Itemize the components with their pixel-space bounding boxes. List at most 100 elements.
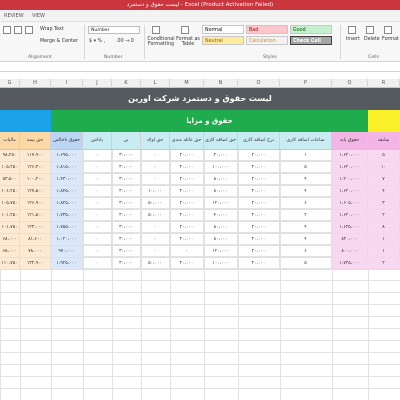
- cell-gross-salary[interactable]: ۹۷۰،۰۰۰: [51, 246, 83, 258]
- cell-child-allowance[interactable]: ۰: [141, 150, 170, 162]
- cell-overtime-hours[interactable]: ۴: [280, 222, 332, 234]
- cell-overtime-hours[interactable]: ۶: [280, 246, 332, 258]
- cell-overtime-hours[interactable]: ۲: [280, 210, 332, 222]
- cell-bonus[interactable]: ۰: [83, 234, 112, 246]
- header-base-salary[interactable]: حقوق پایه: [332, 132, 368, 150]
- cell-tax[interactable]: ۱۱۰،۷۵۰: [0, 258, 20, 270]
- conditional-formatting-icon[interactable]: [152, 26, 160, 34]
- header-overtime-pay[interactable]: حق اضافه کاری: [204, 132, 238, 150]
- column-header-p[interactable]: P: [280, 79, 332, 88]
- cell-overtime-rate[interactable]: ۲۰،۰۰۰: [238, 186, 280, 198]
- column-header-n[interactable]: N: [204, 79, 238, 88]
- cell-tax[interactable]: ۶۸،۰۰۰: [0, 234, 20, 246]
- cell-voucher[interactable]: ۳۰،۰۰۰: [112, 246, 141, 258]
- cell-experience[interactable]: ۱: [368, 234, 400, 246]
- worksheet[interactable]: لیست حقوق و دستمزد شرکت اورین حقوق و مزا…: [0, 88, 400, 400]
- header-experience[interactable]: سابقه: [368, 132, 400, 150]
- cell-overtime-hours[interactable]: ۴: [280, 174, 332, 186]
- cell-base-salary[interactable]: ۸۰۰،۰۰۰: [332, 246, 368, 258]
- cell-voucher[interactable]: ۳۰،۰۰۰: [112, 222, 141, 234]
- cell-family-allowance[interactable]: ۲۰،۰۰۰: [170, 162, 204, 174]
- cell-overtime-pay[interactable]: ۱۰۰،۰۰۰: [204, 162, 238, 174]
- cell-insurance[interactable]: ۷۸،۰۰۰: [20, 246, 51, 258]
- cell-bonus[interactable]: ۰: [83, 258, 112, 270]
- cell-family-allowance[interactable]: ۲۰،۰۰۰: [170, 222, 204, 234]
- cell-insurance[interactable]: ۱۲۱،۵۰۰: [20, 210, 51, 222]
- cell-base-salary[interactable]: ۸۲۰،۰۰۰: [332, 234, 368, 246]
- cell-bonus[interactable]: ۰: [83, 174, 112, 186]
- formula-bar[interactable]: [0, 62, 400, 72]
- cell-base-salary[interactable]: ۱،۶۲۰،۰۰۰: [332, 186, 368, 198]
- cell-overtime-hours[interactable]: ۵: [280, 162, 332, 174]
- cell-experience[interactable]: ۱: [368, 246, 400, 258]
- wrap-text-button[interactable]: Wrap Text: [40, 27, 64, 32]
- column-header-o[interactable]: O: [238, 79, 280, 88]
- orientation-icon[interactable]: [25, 26, 33, 34]
- header-overtime-hours[interactable]: ساعات اضافه کاری: [280, 132, 332, 150]
- cell-experience[interactable]: ۸: [368, 222, 400, 234]
- info-group-cell[interactable]: [368, 110, 400, 132]
- cell-overtime-rate[interactable]: ۲۰،۰۰۰: [238, 258, 280, 270]
- cell-bonus[interactable]: ۰: [83, 222, 112, 234]
- number-format-select[interactable]: Number: [88, 26, 140, 34]
- insert-icon[interactable]: [348, 26, 356, 34]
- cell-insurance[interactable]: ۱۲۷،۵۰۰: [20, 186, 51, 198]
- cell-tax[interactable]: ۱۰۱،۷۵۰: [0, 222, 20, 234]
- cell-voucher[interactable]: ۳۰،۰۰۰: [112, 210, 141, 222]
- cell-insurance[interactable]: ۱۲۶،۳۰۰: [20, 162, 51, 174]
- align-left-icon[interactable]: [3, 26, 11, 34]
- benefits-group-cell[interactable]: حقوق و مزایا: [51, 110, 368, 132]
- cell-overtime-hours[interactable]: ۶: [280, 198, 332, 210]
- style-good[interactable]: Good: [290, 25, 332, 34]
- cell-gross-salary[interactable]: ۱،۰۲۰،۰۰۰: [51, 234, 83, 246]
- cell-base-salary[interactable]: ۱،۶۲۰،۰۰۰: [332, 150, 368, 162]
- cell-overtime-rate[interactable]: ۲۰،۰۰۰: [238, 210, 280, 222]
- cell-child-allowance[interactable]: ۵۰،۰۰۰: [141, 198, 170, 210]
- cell-experience[interactable]: ۴: [368, 186, 400, 198]
- cell-voucher[interactable]: ۳۰،۰۰۰: [112, 150, 141, 162]
- format-button[interactable]: Format: [382, 37, 399, 42]
- format-as-table-icon[interactable]: [181, 26, 189, 34]
- conditional-formatting-button[interactable]: Conditional Formatting: [147, 37, 175, 47]
- align-center-icon[interactable]: [14, 26, 22, 34]
- header-child-allowance[interactable]: حق اولاد: [141, 132, 170, 150]
- cell-overtime-pay[interactable]: ۸۰،۰۰۰: [204, 186, 238, 198]
- header-insurance[interactable]: حق بیمه: [20, 132, 51, 150]
- cell-tax[interactable]: ۱۰۱،۲۵۰: [0, 210, 20, 222]
- cell-gross-salary[interactable]: ۱،۷۵۵،۰۰۰: [51, 222, 83, 234]
- cell-family-allowance[interactable]: ۲۰،۰۰۰: [170, 234, 204, 246]
- column-header-r[interactable]: R: [368, 79, 400, 88]
- cell-family-allowance[interactable]: ۲۰،۰۰۰: [170, 258, 204, 270]
- cell-overtime-pay[interactable]: ۲۰،۰۰۰: [204, 150, 238, 162]
- cell-tax[interactable]: ۹۸،۲۵۰: [0, 150, 20, 162]
- cell-family-allowance[interactable]: ۲۰،۰۰۰: [170, 150, 204, 162]
- cell-experience[interactable]: ۵: [368, 150, 400, 162]
- cell-overtime-pay[interactable]: ۱۰۰،۰۰۰: [204, 258, 238, 270]
- delete-button[interactable]: Delete: [364, 37, 380, 42]
- insert-button[interactable]: Insert: [346, 37, 360, 42]
- cell-family-allowance[interactable]: ۲۰،۰۰۰: [170, 198, 204, 210]
- header-family-allowance[interactable]: حق عائله مندی: [170, 132, 204, 150]
- cell-voucher[interactable]: ۳۰،۰۰۰: [112, 162, 141, 174]
- cell-family-allowance[interactable]: ۲۰،۰۰۰: [170, 174, 204, 186]
- column-header-l[interactable]: L: [141, 79, 170, 88]
- cell-gross-salary[interactable]: ۱،۷۳۵،۰۰۰: [51, 210, 83, 222]
- cell-insurance[interactable]: ۸۱،۶۰۰: [20, 234, 51, 246]
- title-banner[interactable]: لیست حقوق و دستمزد شرکت اورین: [0, 88, 400, 110]
- cell-tax[interactable]: ۸۳،۵۰۰: [0, 174, 20, 186]
- cell-overtime-rate[interactable]: ۲۰،۰۰۰: [238, 150, 280, 162]
- cell-insurance[interactable]: ۱۳۲،۹۰۰: [20, 258, 51, 270]
- style-neutral[interactable]: Neutral: [202, 36, 244, 45]
- cell-overtime-rate[interactable]: ۲۰،۰۰۰: [238, 174, 280, 186]
- cell-overtime-rate[interactable]: ۲۰،۰۰۰: [238, 246, 280, 258]
- cell-voucher[interactable]: ۳۰،۰۰۰: [112, 174, 141, 186]
- cell-voucher[interactable]: ۳۰،۰۰۰: [112, 258, 141, 270]
- column-header-k[interactable]: K: [112, 79, 141, 88]
- cell-overtime-pay[interactable]: ۴۰،۰۰۰: [204, 210, 238, 222]
- cell-overtime-rate[interactable]: ۲۰،۰۰۰: [238, 162, 280, 174]
- cell-bonus[interactable]: ۰: [83, 246, 112, 258]
- cell-overtime-hours[interactable]: ۴: [280, 234, 332, 246]
- cell-bonus[interactable]: ۰: [83, 186, 112, 198]
- cell-family-allowance[interactable]: ۲۰،۰۰۰: [170, 210, 204, 222]
- cell-tax[interactable]: ۶۵،۰۰۰: [0, 246, 20, 258]
